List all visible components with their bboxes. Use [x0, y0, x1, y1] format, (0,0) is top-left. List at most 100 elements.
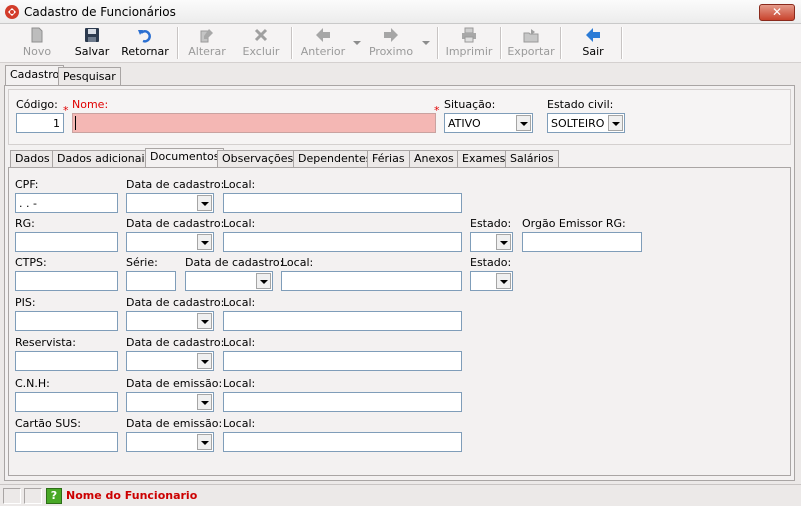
save-disk-icon: [85, 28, 99, 42]
close-button[interactable]: ✕: [759, 4, 795, 21]
toolbar-separator: [560, 27, 562, 59]
title-bar: Cadastro de Funcionários ✕: [0, 0, 801, 24]
chevron-down-icon[interactable]: [197, 234, 212, 250]
close-icon: ✕: [771, 5, 783, 19]
tab-observacoes[interactable]: Observações: [217, 150, 299, 167]
reservista-local-field[interactable]: [223, 351, 462, 371]
window-title: Cadastro de Funcionários: [24, 5, 176, 19]
codigo-field[interactable]: 1: [16, 113, 64, 133]
cnh-local-label: Local:: [223, 377, 256, 390]
pis-local-label: Local:: [223, 296, 256, 309]
ctps-field[interactable]: [15, 271, 118, 291]
app-logo-icon: [5, 5, 19, 19]
ctps-estado-select[interactable]: [470, 271, 513, 291]
chevron-down-icon[interactable]: [197, 353, 212, 369]
chevron-down-icon[interactable]: [496, 273, 511, 289]
chevron-down-icon[interactable]: [516, 115, 531, 131]
retornar-label: Retornar: [121, 45, 169, 58]
cartao-sus-data-emissao-picker[interactable]: [126, 432, 214, 452]
pis-data-cadastro-picker[interactable]: [126, 311, 214, 331]
alterar-button[interactable]: Alterar: [185, 26, 229, 60]
chevron-down-icon[interactable]: [256, 273, 271, 289]
cnh-local-field[interactable]: [223, 392, 462, 412]
tab-ferias[interactable]: Férias: [367, 150, 410, 167]
rg-data-cadastro-picker[interactable]: [126, 232, 214, 252]
rg-field[interactable]: [15, 232, 118, 252]
toolbar-separator: [291, 27, 293, 59]
ctps-label: CTPS:: [15, 256, 47, 269]
chevron-down-icon[interactable]: [197, 313, 212, 329]
cnh-data-emissao-label: Data de emissão:: [126, 377, 223, 390]
tab-observacoes-label: Observações: [222, 152, 294, 165]
excluir-button[interactable]: Excluir: [239, 26, 283, 60]
cartao-sus-local-field[interactable]: [223, 432, 462, 452]
retornar-button[interactable]: Retornar: [119, 26, 171, 60]
ctps-local-field[interactable]: [281, 271, 462, 291]
cpf-data-cadastro-picker[interactable]: [126, 193, 214, 213]
novo-button[interactable]: Novo: [17, 26, 57, 60]
rg-local-field[interactable]: [223, 232, 462, 252]
salvar-button[interactable]: Salvar: [70, 26, 114, 60]
orgao-emissor-field[interactable]: [522, 232, 642, 252]
orgao-emissor-label: Orgão Emissor RG:: [522, 217, 626, 230]
tab-dados-adicionais[interactable]: Dados adicionais: [52, 150, 156, 167]
excluir-label: Excluir: [242, 45, 280, 58]
cpf-field[interactable]: . . -: [15, 193, 118, 213]
tab-salarios[interactable]: Salários: [505, 150, 559, 167]
pis-data-cadastro-label: Data de cadastro:: [126, 296, 225, 309]
imprimir-label: Imprimir: [445, 45, 493, 58]
help-icon[interactable]: ?: [46, 488, 62, 504]
serie-field[interactable]: [126, 271, 176, 291]
proximo-dropdown-arrow-icon[interactable]: [422, 41, 430, 45]
rg-estado-select[interactable]: [470, 232, 513, 252]
anterior-label: Anterior: [300, 45, 346, 58]
ctps-data-cadastro-picker[interactable]: [185, 271, 273, 291]
reservista-field[interactable]: [15, 351, 118, 371]
tab-dependentes[interactable]: Dependentes: [293, 150, 377, 167]
chevron-down-icon[interactable]: [197, 434, 212, 450]
tab-dados[interactable]: Dados: [10, 150, 55, 167]
chevron-down-icon[interactable]: [197, 195, 212, 211]
cpf-label: CPF:: [15, 178, 39, 191]
pis-field[interactable]: [15, 311, 118, 331]
anterior-dropdown-arrow-icon[interactable]: [353, 41, 361, 45]
tab-exames[interactable]: Exames: [457, 150, 511, 167]
reservista-data-cadastro-picker[interactable]: [126, 351, 214, 371]
edit-icon: [200, 29, 213, 43]
estado-civil-select[interactable]: SOLTEIRO: [547, 113, 625, 133]
proximo-button[interactable]: Proximo: [368, 26, 414, 60]
estado-civil-label: Estado civil:: [547, 98, 614, 111]
imprimir-button[interactable]: Imprimir: [445, 26, 493, 60]
proximo-label: Proximo: [368, 45, 414, 58]
cnh-field[interactable]: [15, 392, 118, 412]
chevron-down-icon[interactable]: [608, 115, 623, 131]
cartao-sus-data-emissao-label: Data de emissão:: [126, 417, 223, 430]
tab-anexos-label: Anexos: [414, 152, 454, 165]
cartao-sus-field[interactable]: [15, 432, 118, 452]
rg-local-label: Local:: [223, 217, 256, 230]
nome-field[interactable]: [72, 113, 436, 133]
exportar-label: Exportar: [507, 45, 555, 58]
serie-label: Série:: [126, 256, 158, 269]
anterior-button[interactable]: Anterior: [300, 26, 346, 60]
cartao-sus-local-label: Local:: [223, 417, 256, 430]
export-icon: [523, 29, 539, 43]
tab-pesquisar[interactable]: Pesquisar: [58, 67, 121, 85]
chevron-down-icon[interactable]: [197, 394, 212, 410]
nome-label: Nome:: [72, 98, 109, 111]
toolbar-separator: [621, 27, 623, 59]
tab-cadastro[interactable]: Cadastro: [5, 65, 65, 86]
tab-anexos[interactable]: Anexos: [409, 150, 459, 167]
status-text: Nome do Funcionario: [66, 489, 198, 502]
arrow-left-icon: [316, 28, 330, 42]
tab-documentos[interactable]: Documentos: [145, 148, 225, 168]
exportar-button[interactable]: Exportar: [507, 26, 555, 60]
chevron-down-icon[interactable]: [496, 234, 511, 250]
cpf-local-field[interactable]: [223, 193, 462, 213]
cnh-data-emissao-picker[interactable]: [126, 392, 214, 412]
sair-label: Sair: [582, 45, 604, 58]
cartao-sus-label: Cartão SUS:: [15, 417, 81, 430]
pis-local-field[interactable]: [223, 311, 462, 331]
situacao-select[interactable]: ATIVO: [444, 113, 533, 133]
sair-button[interactable]: Sair: [573, 26, 613, 60]
